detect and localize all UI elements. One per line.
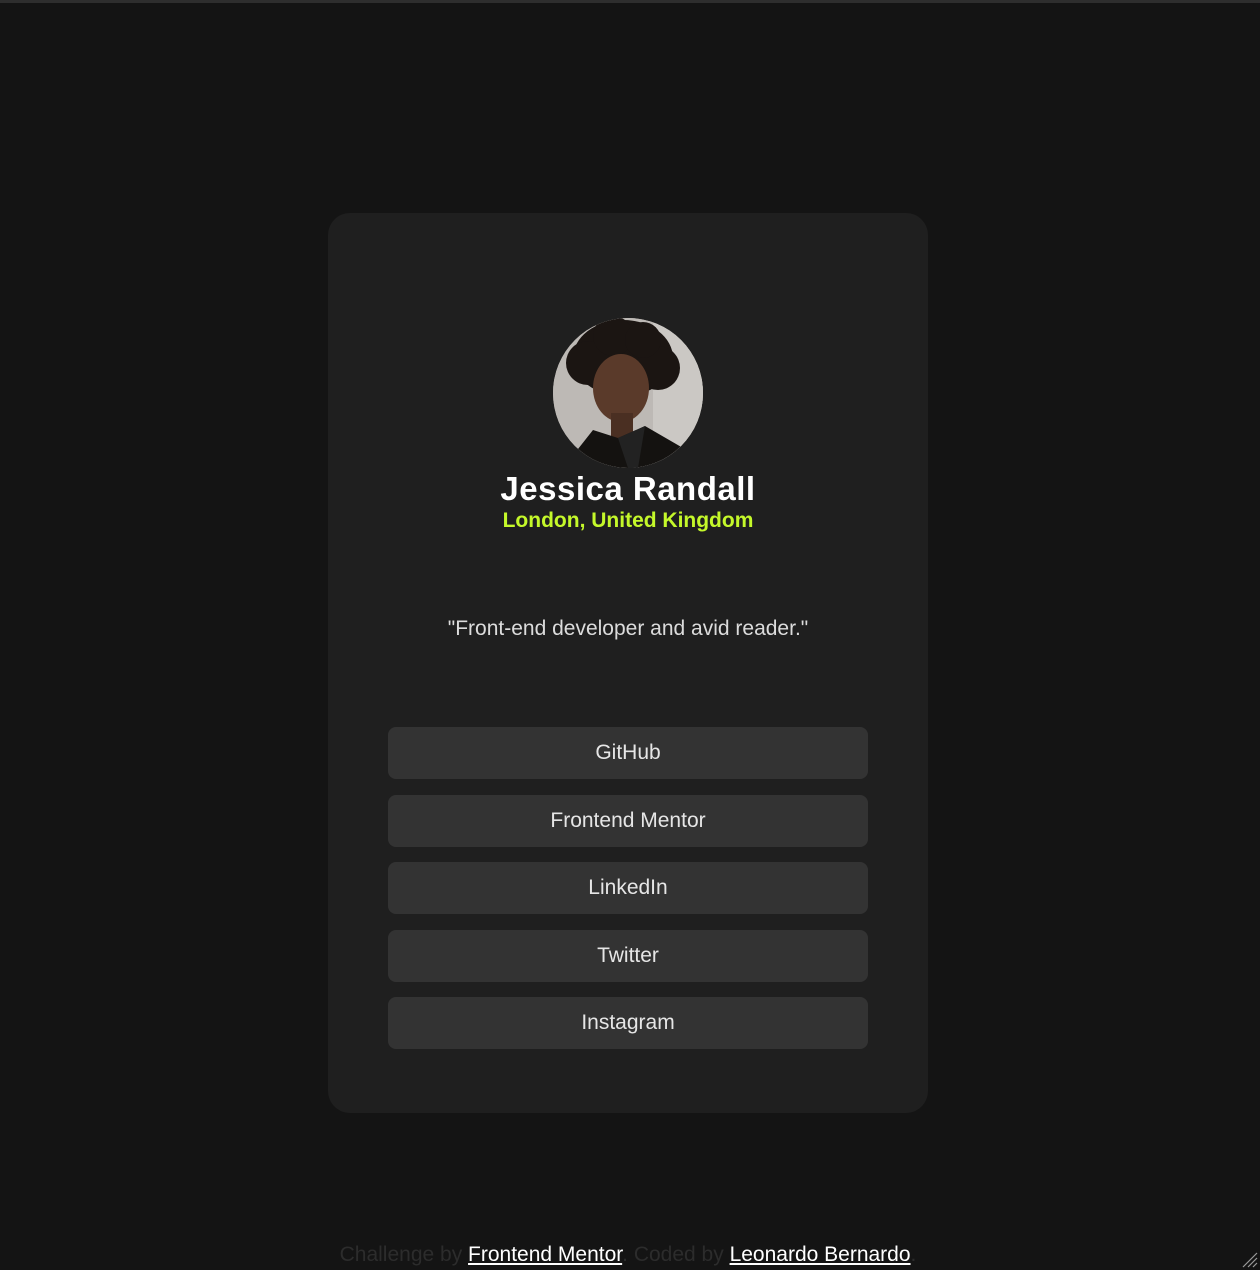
frontend-mentor-credit-link[interactable]: Frontend Mentor [468,1243,622,1266]
footer-separator: . [622,1243,634,1266]
coded-prefix: Coded by [633,1243,724,1266]
profile-name: Jessica Randall [500,470,756,507]
social-links: GitHub Frontend Mentor LinkedIn Twitter … [388,727,868,1065]
attribution-footer: Challenge by Frontend Mentor. Coded by L… [0,1243,1256,1267]
profile-card: Jessica Randall London, United Kingdom "… [328,213,928,1113]
author-credit-link[interactable]: Leonardo Bernardo [730,1243,911,1266]
linkedin-link-button[interactable]: LinkedIn [388,862,868,914]
footer-end: . [910,1243,917,1266]
profile-bio: "Front-end developer and avid reader." [447,617,809,640]
frontend-mentor-link-button[interactable]: Frontend Mentor [388,794,868,847]
resize-grip-icon[interactable] [1240,1250,1258,1268]
github-link-button[interactable]: GitHub [388,727,868,779]
twitter-link-button[interactable]: Twitter [388,929,868,982]
window-top-border [0,0,1260,3]
avatar-photo [553,318,703,468]
profile-location: London, United Kingdom [502,509,754,532]
avatar [553,318,703,468]
instagram-link-button[interactable]: Instagram [388,997,868,1049]
challenge-prefix: Challenge by [339,1243,463,1266]
